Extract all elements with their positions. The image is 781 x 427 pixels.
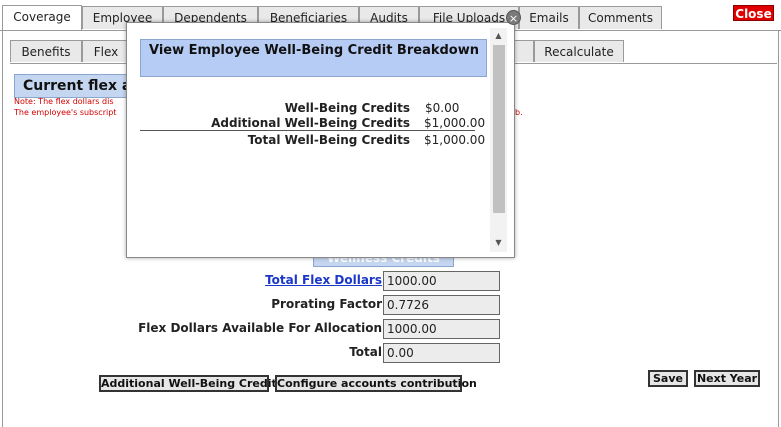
- additional-credits-button[interactable]: Additional Well-Being Credits: [99, 375, 283, 392]
- credit-row-total: Total Well-Being Credits $1,000.00: [140, 133, 485, 149]
- tab-comments[interactable]: Comments: [579, 6, 662, 29]
- credit-value: $0.00: [425, 101, 460, 115]
- available-row: Flex Dollars Available For Allocation 10…: [100, 319, 500, 339]
- total-divider: [140, 130, 475, 131]
- available-input[interactable]: 1000.00: [383, 319, 500, 339]
- credit-label: Additional Well-Being Credits: [211, 116, 410, 130]
- next-year-button[interactable]: Next Year: [694, 370, 760, 387]
- tab-emails[interactable]: Emails: [519, 6, 579, 29]
- note-line-1: Note: The flex dollars dis: [14, 97, 114, 106]
- credit-label: Total Well-Being Credits: [247, 133, 410, 147]
- total-label: Total: [349, 345, 382, 359]
- scroll-up-icon[interactable]: ▲: [490, 29, 507, 43]
- modal-scrollbar[interactable]: ▲ ▼: [490, 28, 507, 252]
- credit-value: $1,000.00: [424, 116, 486, 130]
- prorating-row: Prorating Factor 0.7726: [100, 295, 500, 315]
- prorating-label: Prorating Factor: [271, 297, 382, 311]
- available-label: Flex Dollars Available For Allocation: [138, 321, 382, 335]
- credit-value: $1,000.00: [424, 133, 486, 147]
- modal-title: View Employee Well-Being Credit Breakdow…: [140, 39, 487, 77]
- save-button[interactable]: Save: [648, 370, 688, 387]
- total-flex-row: Total Flex Dollars 1000.00: [100, 271, 500, 291]
- note-line-2: The employee's subscript: [14, 108, 117, 117]
- scroll-thumb[interactable]: [493, 45, 505, 213]
- total-flex-input[interactable]: 1000.00: [383, 271, 500, 291]
- subtab-flex[interactable]: Flex: [82, 40, 130, 62]
- configure-contribution-button[interactable]: Configure accounts contribution: [275, 375, 477, 392]
- total-input[interactable]: 0.00: [383, 343, 500, 363]
- total-row: Total 0.00: [100, 343, 500, 363]
- credit-row-wellbeing: Well-Being Credits $0.00: [140, 101, 475, 117]
- modal-close-icon[interactable]: ×: [506, 10, 521, 25]
- total-flex-link[interactable]: Total Flex Dollars: [265, 273, 382, 287]
- credit-label: Well-Being Credits: [284, 101, 410, 115]
- subtab-benefits[interactable]: Benefits: [10, 40, 82, 62]
- credit-breakdown-modal: View Employee Well-Being Credit Breakdow…: [126, 22, 515, 258]
- subtab-recalculate[interactable]: Recalculate: [534, 40, 624, 62]
- note-line-tail: b.: [515, 108, 523, 117]
- scroll-down-icon[interactable]: ▼: [490, 236, 507, 250]
- prorating-input[interactable]: 0.7726: [383, 295, 500, 315]
- close-button[interactable]: Close: [733, 5, 774, 21]
- tab-coverage[interactable]: Coverage: [2, 5, 82, 31]
